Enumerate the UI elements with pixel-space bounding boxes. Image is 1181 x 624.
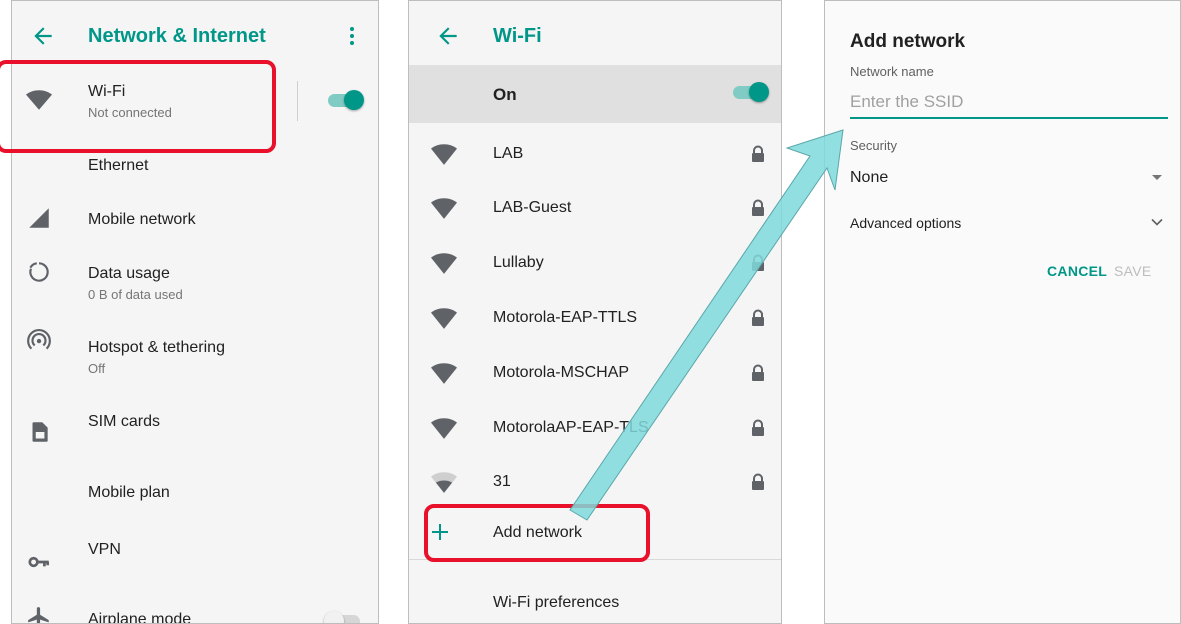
wifi-on-label: On xyxy=(493,85,517,104)
network-name: Lullaby xyxy=(493,254,544,271)
network-list-item[interactable]: LAB-Guest xyxy=(409,183,781,237)
divider xyxy=(409,559,781,560)
dialog-title: Add network xyxy=(850,31,966,52)
back-arrow-icon[interactable] xyxy=(435,23,461,49)
wifi-toggle[interactable] xyxy=(326,90,364,110)
lock-icon xyxy=(752,419,764,436)
security-value: None xyxy=(850,169,889,186)
wifi-weak-signal-icon xyxy=(431,472,457,493)
wifi-master-switch[interactable]: On xyxy=(409,65,781,123)
sim-cards-label: SIM cards xyxy=(88,413,161,430)
lock-icon xyxy=(752,199,764,216)
hotspot-sub: Off xyxy=(88,361,106,376)
settings-item-hotspot[interactable]: Hotspot & tethering Off xyxy=(12,313,378,376)
wifi-preferences-item[interactable]: Wi-Fi preferences xyxy=(409,576,781,623)
page-title: Wi-Fi xyxy=(493,25,542,47)
wifi-signal-icon xyxy=(431,144,457,165)
signal-icon xyxy=(29,208,49,228)
airplane-icon xyxy=(28,607,49,623)
dropdown-caret-icon xyxy=(1152,175,1162,180)
more-options-icon[interactable] xyxy=(340,23,364,49)
settings-item-mobile-network[interactable]: Mobile network xyxy=(12,191,378,245)
app-bar: Wi-Fi xyxy=(409,1,781,73)
network-list-item[interactable]: 31 xyxy=(409,457,781,511)
data-usage-icon xyxy=(29,262,49,282)
wifi-signal-icon xyxy=(431,253,457,274)
mobile-network-label: Mobile network xyxy=(88,211,196,228)
chevron-down-icon xyxy=(1151,218,1163,226)
settings-item-mobile-plan[interactable]: Mobile plan xyxy=(12,466,378,520)
settings-item-wifi[interactable]: Wi-Fi Not connected xyxy=(12,73,378,127)
network-name: Motorola-MSCHAP xyxy=(493,364,630,381)
divider xyxy=(297,81,298,121)
advanced-options-toggle[interactable]: Advanced options xyxy=(850,205,1168,239)
cancel-button[interactable]: CANCEL xyxy=(1047,263,1107,279)
page-title: Network & Internet xyxy=(88,25,266,47)
app-bar: Network & Internet xyxy=(12,1,378,73)
settings-item-data-usage[interactable]: Data usage 0 B of data used xyxy=(12,245,378,302)
network-list-item[interactable]: Motorola-MSCHAP xyxy=(409,348,781,402)
wifi-signal-icon xyxy=(431,198,457,219)
add-icon xyxy=(432,524,448,540)
back-arrow-icon[interactable] xyxy=(30,23,56,49)
wifi-preferences-label: Wi-Fi preferences xyxy=(493,594,620,611)
network-list-item[interactable]: MotorolaAP-EAP-TLS xyxy=(409,403,781,457)
airplane-mode-label: Airplane mode xyxy=(88,611,192,624)
network-name: MotorolaAP-EAP-TLS xyxy=(493,419,649,436)
network-name: LAB xyxy=(493,145,524,162)
lock-icon xyxy=(752,364,764,381)
lock-icon xyxy=(752,254,764,271)
wifi-label: Wi-Fi xyxy=(88,83,126,100)
save-button[interactable]: SAVE xyxy=(1114,263,1152,279)
hotspot-label: Hotspot & tethering xyxy=(88,339,225,356)
settings-item-ethernet[interactable]: Ethernet xyxy=(12,137,378,191)
hotspot-icon xyxy=(27,329,51,350)
sim-card-icon xyxy=(32,422,48,442)
data-usage-sub: 0 B of data used xyxy=(88,287,183,302)
lock-icon xyxy=(752,309,764,326)
airplane-mode-toggle[interactable] xyxy=(324,611,362,623)
advanced-options-label: Advanced options xyxy=(850,215,962,231)
vpn-label: VPN xyxy=(88,541,121,558)
wifi-master-toggle[interactable] xyxy=(731,82,769,102)
ssid-input[interactable] xyxy=(850,87,1168,119)
lock-icon xyxy=(752,145,764,162)
data-usage-label: Data usage xyxy=(88,265,170,282)
security-label: Security xyxy=(850,138,897,153)
wifi-signal-icon xyxy=(431,418,457,439)
wifi-signal-icon xyxy=(431,308,457,329)
wifi-status: Not connected xyxy=(88,105,172,120)
network-name-label: Network name xyxy=(850,64,934,79)
lock-icon xyxy=(752,473,764,490)
network-name: 31 xyxy=(493,473,511,490)
network-list-item[interactable]: LAB xyxy=(409,129,781,183)
security-dropdown[interactable]: None xyxy=(850,161,1168,193)
network-list-item[interactable]: Motorola-EAP-TTLS xyxy=(409,293,781,347)
add-network-item[interactable]: Add network xyxy=(409,506,781,560)
network-list-item[interactable]: Lullaby xyxy=(409,238,781,292)
add-network-dialog: Add network Network name Security None A… xyxy=(824,0,1181,624)
mobile-plan-label: Mobile plan xyxy=(88,484,170,501)
wifi-screen: Wi-Fi On LAB LAB-Guest Lullaby Motorola-… xyxy=(408,0,782,624)
settings-item-vpn[interactable]: VPN xyxy=(12,521,378,575)
add-network-label: Add network xyxy=(493,524,582,541)
settings-item-airplane-mode[interactable]: Airplane mode xyxy=(12,589,378,624)
settings-item-sim-cards[interactable]: SIM cards xyxy=(12,393,378,447)
vpn-key-icon xyxy=(28,556,50,568)
network-name: Motorola-EAP-TTLS xyxy=(493,309,638,326)
wifi-signal-icon xyxy=(431,363,457,384)
wifi-icon xyxy=(26,90,52,110)
network-internet-screen: Network & Internet Wi-Fi Not connected E… xyxy=(11,0,379,624)
network-name: LAB-Guest xyxy=(493,199,572,216)
ethernet-label: Ethernet xyxy=(88,157,149,174)
